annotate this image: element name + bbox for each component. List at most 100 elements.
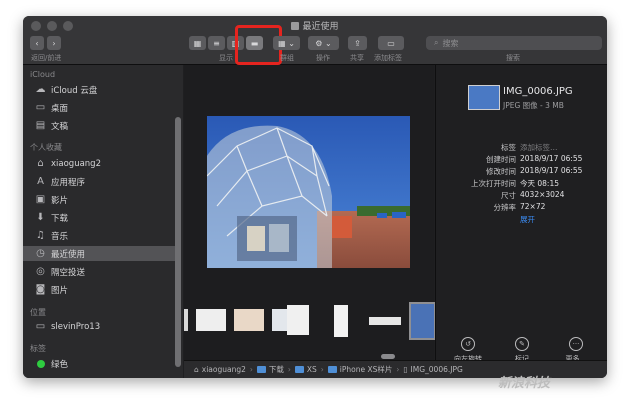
movies-icon: ▣: [35, 194, 46, 205]
window-title-text: 最近使用: [302, 22, 339, 32]
back-button[interactable]: ‹: [30, 36, 44, 50]
sidebar-item-label: 影片: [51, 195, 69, 206]
meta-row-created: 创建时间 2018/9/17 06:55: [436, 154, 607, 166]
sidebar-item-recents[interactable]: ◷ 最近使用: [23, 246, 175, 261]
meta-row-dimensions: 尺寸 4032×3024: [436, 190, 607, 202]
meta-key: 修改时间: [486, 167, 516, 176]
sidebar-section-icloud: iCloud: [30, 70, 56, 79]
sidebar-item-slevinpro13[interactable]: ▭ slevinPro13: [34, 319, 175, 334]
sidebar-item-label: 绿色: [51, 359, 69, 370]
group-button[interactable]: ▦ ⌄: [273, 36, 300, 50]
meta-value: 4032×3024: [520, 190, 565, 199]
more-icon: ···: [569, 337, 583, 351]
add-tags-field[interactable]: 添加标签…: [520, 142, 558, 153]
search-placeholder: 搜索: [442, 38, 459, 48]
path-item[interactable]: IMG_0006.JPG: [411, 365, 463, 374]
sidebar-item-label: slevinPro13: [51, 321, 101, 332]
clock-icon: ◷: [36, 248, 45, 259]
meta-value: 今天 08:15: [520, 179, 559, 188]
thumbnail[interactable]: [196, 309, 226, 331]
action-button[interactable]: ⚙ ⌄: [308, 36, 339, 50]
info-panel: IMG_0006.JPG JPEG 图像 - 3 MB 标签 添加标签… 创建时间…: [435, 65, 607, 363]
laptop-icon: ▭: [35, 321, 46, 332]
list-view-button[interactable]: ≡: [208, 36, 225, 50]
sidebar-item-label: iCloud 云盘: [51, 85, 98, 96]
thumbnail[interactable]: [184, 309, 188, 331]
add-tag-button[interactable]: ▭: [378, 36, 404, 50]
camera-icon: ◙: [35, 284, 46, 295]
sidebar-item-label: 最近使用: [51, 249, 86, 260]
horizontal-scrollbar[interactable]: [381, 354, 395, 359]
path-item[interactable]: 下载: [269, 364, 284, 375]
search-label: 搜索: [506, 54, 520, 62]
sidebar-item-label: xiaoguang2: [51, 158, 101, 169]
sidebar-item-applications[interactable]: A 应用程序: [34, 174, 175, 189]
sidebar-item-label: 文稿: [51, 121, 69, 132]
sidebar: iCloud ☁ iCloud 云盘 ▭ 桌面 ▤ 文稿 个人收藏 ⌂ xiaoguan…: [23, 65, 183, 378]
folder-icon: [291, 22, 300, 30]
thumbnail[interactable]: [334, 305, 348, 337]
cloud-icon: ☁: [35, 84, 46, 95]
home-icon: ⌂: [194, 365, 199, 374]
file-kind: JPEG 图像 - 3 MB: [503, 101, 564, 110]
sidebar-item-airdrop[interactable]: ◎ 隔空投送: [34, 264, 175, 279]
sidebar-item-documents[interactable]: ▤ 文稿: [34, 118, 175, 133]
share-label: 共享: [350, 54, 364, 62]
folder-icon: [294, 366, 304, 373]
sidebar-item-label: 音乐: [51, 231, 69, 242]
file-name: IMG_0006.JPG: [503, 86, 573, 97]
chevron-right-icon: ›: [396, 365, 400, 374]
sidebar-item-pictures[interactable]: ◙ 图片: [34, 282, 175, 297]
share-button[interactable]: ⇪: [348, 36, 367, 50]
sidebar-item-icloud-drive[interactable]: ☁ iCloud 云盘: [34, 82, 175, 97]
path-item[interactable]: iPhone XS样片: [340, 364, 393, 375]
thumbnail-selected[interactable]: [409, 302, 436, 340]
sidebar-item-green-tag[interactable]: 绿色: [34, 356, 175, 371]
sidebar-item-label: 隔空投送: [51, 267, 86, 278]
thumbnail[interactable]: [369, 317, 401, 325]
toolbar: 最近使用 ‹ › 返回/前进 ▦ ≡ ▥ ▬ 显示 ▦ ⌄ 群组 ⚙ ⌄ 操作 …: [23, 16, 607, 65]
thumbnail[interactable]: [234, 309, 264, 331]
sidebar-section-tags: 标签: [30, 344, 46, 353]
rotate-left-icon: ↺: [461, 337, 475, 351]
meta-key: 尺寸: [501, 191, 516, 200]
sidebar-item-label: 图片: [51, 285, 69, 296]
applications-icon: A: [37, 176, 44, 187]
sidebar-item-label: 下载: [51, 213, 69, 224]
path-item[interactable]: xiaoguang2: [202, 365, 246, 374]
search-field[interactable]: ⌕ 搜索: [426, 36, 602, 50]
folder-icon: [256, 366, 266, 373]
forward-button[interactable]: ›: [47, 36, 61, 50]
folder-icon: [327, 366, 337, 373]
meta-value: 2018/9/17 06:55: [520, 154, 583, 163]
finder-window: 最近使用 ‹ › 返回/前进 ▦ ≡ ▥ ▬ 显示 ▦ ⌄ 群组 ⚙ ⌄ 操作 …: [23, 16, 607, 378]
sidebar-item-movies[interactable]: ▣ 影片: [34, 192, 175, 207]
airdrop-icon: ◎: [36, 266, 45, 277]
meta-key: 标签: [501, 143, 516, 152]
expand-link[interactable]: 展开: [520, 214, 535, 225]
thumbnail-strip: [184, 302, 436, 345]
meta-row-resolution: 分辨率 72×72: [436, 202, 607, 214]
sidebar-item-label: 应用程序: [51, 177, 86, 188]
thumbnail[interactable]: [287, 305, 309, 335]
sidebar-item-downloads[interactable]: ⬇ 下载: [34, 210, 175, 225]
meta-key: 创建时间: [486, 155, 516, 164]
markup-icon: ✎: [515, 337, 529, 351]
meta-key: 分辨率: [493, 203, 517, 212]
sidebar-scrollbar[interactable]: [175, 117, 181, 367]
image-preview[interactable]: [207, 116, 410, 268]
watermark: 新浪科技: [498, 376, 551, 391]
nav-label: 返回/前进: [31, 54, 62, 62]
green-tag-icon: [34, 358, 47, 369]
meta-row-modified: 修改时间 2018/9/17 06:55: [436, 166, 607, 178]
desktop-icon: ▭: [35, 102, 46, 113]
icon-view-button[interactable]: ▦: [189, 36, 206, 50]
sidebar-item-home[interactable]: ⌂ xiaoguang2: [34, 156, 175, 171]
sidebar-item-music[interactable]: ♫ 音乐: [34, 228, 175, 243]
sidebar-section-locations: 位置: [30, 308, 46, 317]
chevron-right-icon: ›: [287, 365, 291, 374]
path-item[interactable]: XS: [307, 365, 317, 374]
view-label: 显示: [219, 54, 233, 62]
sidebar-item-desktop[interactable]: ▭ 桌面: [34, 100, 175, 115]
chevron-right-icon: ›: [320, 365, 324, 374]
